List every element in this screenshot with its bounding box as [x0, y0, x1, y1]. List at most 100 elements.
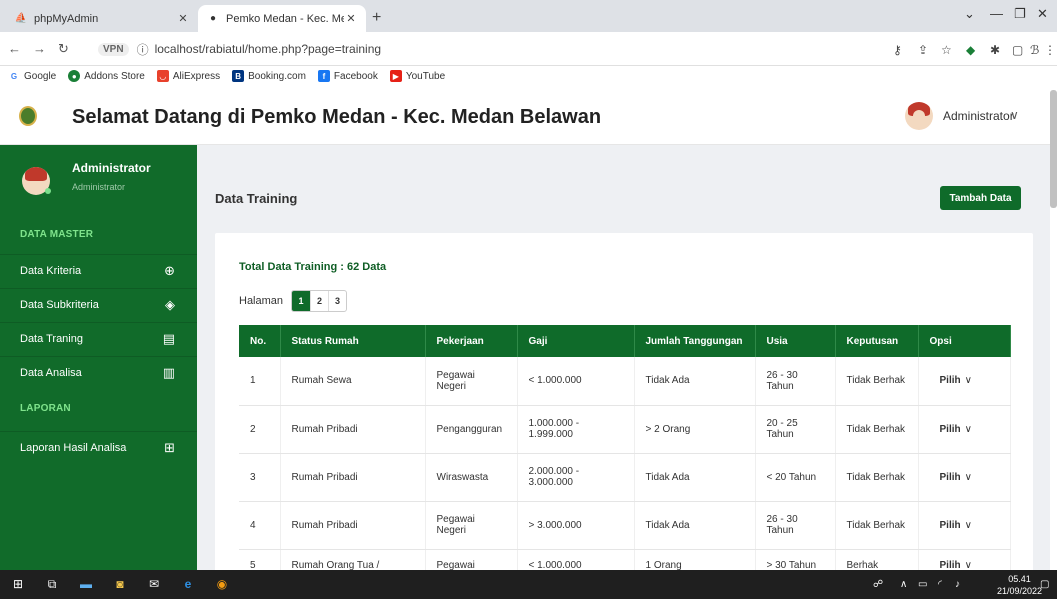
chevron-up-icon[interactable]: ∧: [900, 579, 907, 590]
file-explorer-icon[interactable]: ▬: [78, 576, 94, 592]
new-tab-icon[interactable]: +: [372, 9, 381, 27]
avatar[interactable]: [905, 102, 933, 130]
forward-arrow-icon[interactable]: →: [33, 41, 46, 56]
bookmark-facebook[interactable]: f Facebook: [317, 70, 378, 82]
tab-phpmyadmin[interactable]: ⛵ phpMyAdmin ✕: [6, 5, 198, 32]
page-button-3[interactable]: 3: [328, 291, 346, 311]
cell-status-rumah: Rumah Orang Tua / Saudara: [280, 549, 426, 570]
grid-icon: ⊞: [164, 439, 175, 455]
page-button-2[interactable]: 2: [310, 291, 328, 311]
sidebar: Administrator Administrator DATA MASTER …: [0, 145, 197, 570]
tab-pemko-medan[interactable]: ● Pemko Medan - Kec. Medan Bela ✕: [198, 5, 366, 32]
globe-favicon-icon: ●: [209, 13, 217, 24]
sidebar-item-laporan-hasil-analisa[interactable]: Laporan Hasil Analisa ⊞: [0, 431, 197, 463]
table-row: 3 Rumah Pribadi Wiraswasta 2.000.000 - 3…: [239, 453, 1011, 502]
pagination: Halaman 1 2 3: [239, 290, 348, 312]
cell-keputusan: Tidak Berhak: [835, 405, 919, 454]
clock-date: 21/09/2022: [997, 586, 1043, 596]
column-header: Pekerjaan: [425, 325, 518, 357]
clock[interactable]: 05.41 21/09/2022: [997, 573, 1042, 597]
section-laporan: LAPORAN: [20, 403, 71, 414]
restore-icon[interactable]: ❐: [1014, 6, 1026, 22]
sidebar-item-label: Data Traning: [20, 332, 83, 345]
cell-status-rumah: Rumah Pribadi: [280, 405, 426, 454]
close-window-icon[interactable]: ✕: [1037, 6, 1048, 22]
url-text[interactable]: localhost/rabiatul/home.php?page=trainin…: [155, 42, 382, 56]
chevron-down-icon: ∨: [964, 519, 972, 531]
minimize-icon[interactable]: —: [990, 6, 1003, 21]
menu-icon[interactable]: ⋮: [1044, 43, 1056, 57]
task-view-icon[interactable]: ⧉: [44, 576, 60, 592]
pilih-dropdown[interactable]: Pilih ∨: [918, 357, 1011, 406]
pilih-dropdown[interactable]: Pilih ∨: [918, 549, 1011, 570]
phpmyadmin-icon: ⛵: [14, 13, 28, 24]
wifi-icon[interactable]: ◜: [938, 579, 942, 590]
sidebar-item-data-kriteria[interactable]: Data Kriteria ⊕: [0, 254, 197, 286]
bookmark-google[interactable]: G Google: [8, 70, 56, 82]
pilih-dropdown[interactable]: Pilih ∨: [918, 405, 1011, 454]
close-tab-icon[interactable]: ✕: [344, 12, 358, 25]
share-icon[interactable]: ⇪: [918, 43, 928, 57]
bookmark-youtube[interactable]: ▶ YouTube: [389, 70, 445, 82]
column-header: Status Rumah: [280, 325, 426, 357]
sidebar-item-data-subkriteria[interactable]: Data Subkriteria ◈: [0, 288, 197, 320]
section-data-master: DATA MASTER: [20, 229, 94, 240]
column-header: Opsi: [918, 325, 1011, 357]
info-icon[interactable]: ⓘ: [137, 41, 149, 58]
battery-icon[interactable]: ▭: [918, 579, 927, 590]
facebook-icon: f: [317, 70, 330, 82]
bar-chart-icon: ▥: [162, 364, 175, 380]
scrollbar[interactable]: [1050, 90, 1057, 208]
main-content: Data Training Tambah Data Total Data Tra…: [197, 145, 1050, 570]
browser-tab-bar: ⛵ phpMyAdmin ✕ ● Pemko Medan - Kec. Meda…: [0, 0, 1057, 32]
cell-usia: 26 - 30 Tahun: [755, 357, 836, 406]
cell-keputusan: Tidak Berhak: [835, 357, 919, 406]
user-menu-name[interactable]: Administrator: [943, 109, 1014, 123]
mail-icon[interactable]: ✉: [146, 576, 162, 592]
cell-no: 5: [239, 549, 281, 570]
cell-gaji: 1.000.000 - 1.999.000: [517, 405, 635, 454]
page-button-1[interactable]: 1: [292, 291, 311, 311]
sidebar-item-label: Laporan Hasil Analisa: [20, 441, 127, 454]
tambah-data-button[interactable]: Tambah Data: [940, 186, 1021, 210]
sidebar-item-data-analisa[interactable]: Data Analisa ▥: [0, 356, 197, 388]
cell-gaji: > 3.000.000: [517, 501, 635, 550]
cell-gaji: < 1.000.000: [517, 549, 635, 570]
chevron-down-icon[interactable]: ∨: [1010, 108, 1019, 122]
table-row: 2 Rumah Pribadi Pengangguran 1.000.000 -…: [239, 405, 1011, 454]
bookmark-aliexpress[interactable]: ◡ AliExpress: [156, 70, 220, 82]
profile-icon[interactable]: ℬ: [1030, 43, 1039, 57]
star-icon[interactable]: ☆: [941, 43, 952, 57]
edge-icon[interactable]: e: [180, 576, 196, 592]
url-field[interactable]: VPN ⓘ localhost/rabiatul/home.php?page=t…: [98, 38, 878, 60]
vpn-badge[interactable]: VPN: [98, 42, 129, 56]
page-title: Data Training: [215, 191, 298, 206]
people-icon[interactable]: ☍: [873, 579, 883, 590]
key-icon[interactable]: ⚷: [893, 43, 902, 57]
tab-title: phpMyAdmin: [34, 12, 99, 25]
bookmark-addons-store[interactable]: ● Addons Store: [68, 70, 145, 82]
windows-start-icon[interactable]: ⊞: [10, 576, 26, 592]
google-icon: G: [10, 71, 18, 81]
cell-jumlah-tanggungan: Tidak Ada: [634, 453, 756, 502]
pilih-dropdown[interactable]: Pilih ∨: [918, 501, 1011, 550]
chevron-down-icon[interactable]: ⌄: [964, 6, 975, 22]
browser-icon[interactable]: ◉: [214, 576, 230, 592]
notification-icon[interactable]: ▢: [1040, 579, 1049, 590]
extension-shield-icon[interactable]: ◆: [966, 43, 975, 57]
sidebar-icon[interactable]: ▢: [1012, 43, 1023, 57]
store-icon[interactable]: ◙: [112, 576, 128, 592]
sidebar-item-data-traning[interactable]: Data Traning ▤: [0, 322, 197, 354]
pilih-dropdown[interactable]: Pilih ∨: [918, 453, 1011, 502]
close-tab-icon[interactable]: ✕: [176, 12, 190, 25]
back-arrow-icon[interactable]: ←: [8, 41, 21, 56]
bookmark-booking[interactable]: B Booking.com: [232, 70, 306, 82]
column-header: Jumlah Tanggungan: [634, 325, 756, 357]
taskbar: ⊞ ⧉ ▬ ◙ ✉ e ◉ ☍ ∧ ▭ ◜ ♪ 05.41 21/09/2022…: [0, 570, 1057, 599]
page-header-title: Selamat Datang di Pemko Medan - Kec. Med…: [72, 106, 602, 128]
puzzle-icon[interactable]: ✱: [990, 43, 1000, 57]
reload-icon[interactable]: ↻: [58, 41, 69, 57]
halaman-label: Halaman: [239, 295, 284, 307]
column-header: Usia: [755, 325, 836, 357]
volume-icon[interactable]: ♪: [955, 579, 960, 590]
